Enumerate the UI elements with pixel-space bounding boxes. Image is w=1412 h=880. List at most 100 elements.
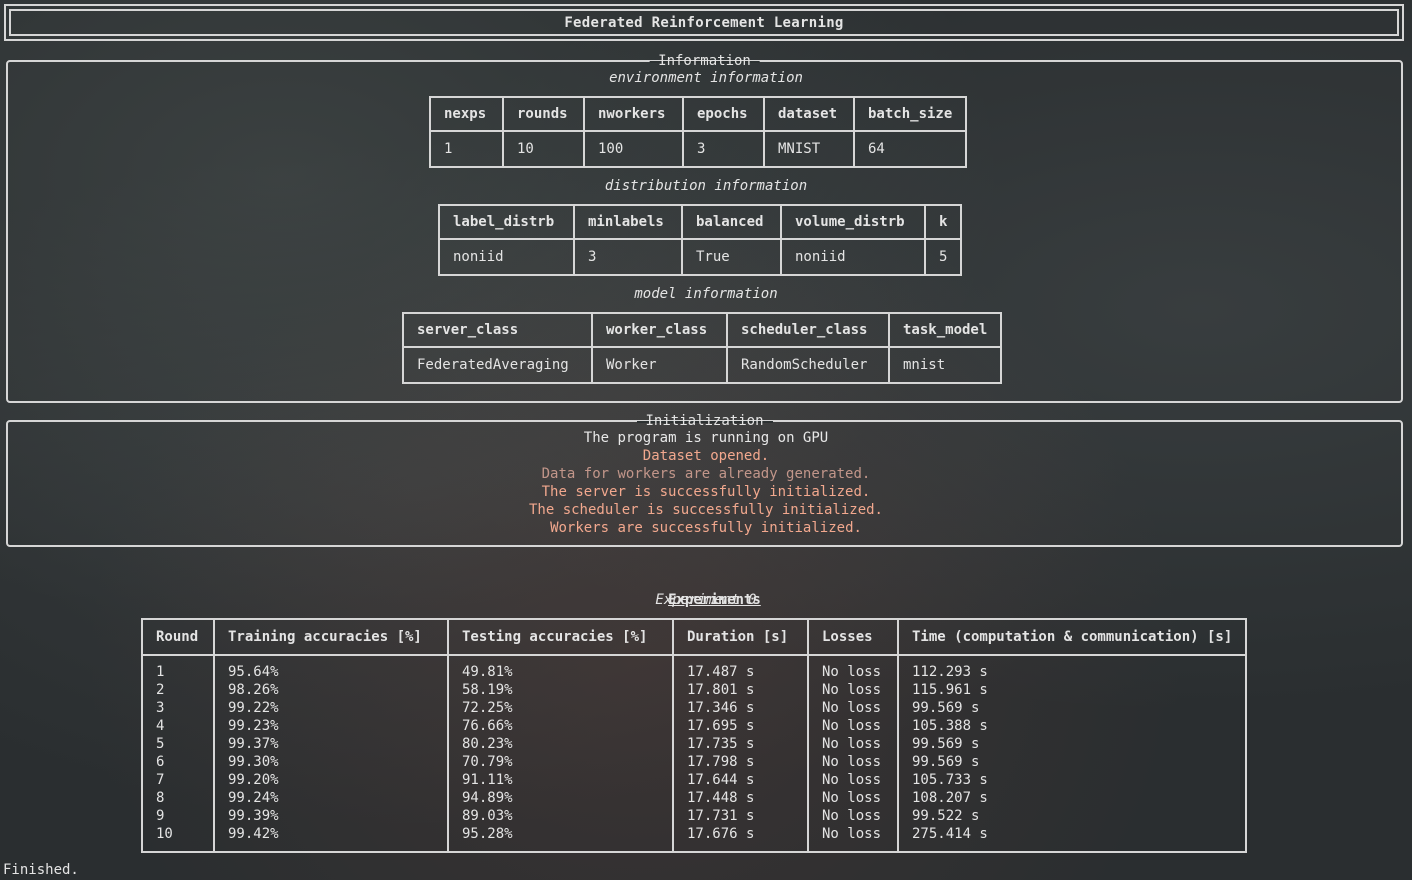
distribution-value-row: noniid 3 True noniid 5: [440, 240, 960, 274]
header-batch-size: batch_size: [855, 98, 966, 132]
cell-loss: No loss: [809, 717, 899, 735]
header-minlabels: minlabels: [575, 206, 683, 240]
cell-round: 6: [143, 753, 215, 771]
value-k: 5: [939, 249, 948, 265]
header-volume-distrb: volume_distrb: [782, 206, 926, 240]
header-epochs: epochs: [684, 98, 765, 132]
cell-training-accuracy: 99.23%: [215, 717, 449, 735]
value-balanced: True: [683, 240, 782, 274]
cell-training-accuracy: 95.64%: [215, 656, 449, 681]
cell-round: 4: [143, 717, 215, 735]
cell-time: 275.414 s: [912, 826, 988, 842]
cell-testing-accuracy: 89.03%: [449, 807, 674, 825]
app-title: Federated Reinforcement Learning: [9, 9, 1399, 36]
init-line-gpu: The program is running on GPU: [583, 430, 829, 446]
header-worker-class: worker_class: [593, 314, 728, 348]
value-epochs: 3: [684, 132, 765, 166]
environment-caption: environment information: [609, 70, 803, 86]
value-task-model: mnist: [903, 357, 946, 373]
cell-round: 9: [143, 807, 215, 825]
cell-loss: No loss: [809, 681, 899, 699]
cell-duration: 17.346 s: [674, 699, 809, 717]
results-header-row: Round Training accuracies [%] Testing ac…: [143, 620, 1246, 656]
header-time: Time (computation & communication) [s]: [899, 620, 1246, 656]
value-batch-size: 64: [868, 141, 885, 157]
cell-testing-accuracy: 70.79%: [449, 753, 674, 771]
cell-training-accuracy: 99.30%: [215, 753, 449, 771]
value-worker-class: Worker: [593, 348, 728, 382]
experiment-results-table: Round Training accuracies [%] Testing ac…: [141, 618, 1248, 853]
cell-duration: 17.644 s: [674, 771, 809, 789]
environment-value-row: 1 10 100 3 MNIST 64: [431, 132, 965, 166]
header-round: Round: [143, 620, 215, 656]
cell-training-accuracy: 99.22%: [215, 699, 449, 717]
header-testing-accuracies: Testing accuracies [%]: [449, 620, 674, 656]
header-rounds: rounds: [504, 98, 585, 132]
table-row: 1 95.64% 49.81% 17.487 s No loss 112.293 s: [143, 656, 1245, 681]
value-nworkers: 100: [585, 132, 684, 166]
init-line-workers-data: Data for workers are already generated.: [541, 466, 871, 482]
cell-testing-accuracy: 76.66%: [449, 717, 674, 735]
table-row: 3 99.22% 72.25% 17.346 s No loss 99.569 s: [143, 699, 1245, 717]
information-panel-title: Information: [649, 52, 760, 70]
cell-time: 115.961 s: [912, 682, 988, 698]
header-nexps: nexps: [431, 98, 504, 132]
header-nworkers: nworkers: [585, 98, 684, 132]
environment-table: nexps rounds nworkers epochs dataset bat…: [429, 96, 968, 168]
cell-round: 1: [143, 656, 215, 681]
value-label-distrb: noniid: [440, 240, 575, 274]
header-training-accuracies: Training accuracies [%]: [215, 620, 449, 656]
cell-round: 8: [143, 789, 215, 807]
table-row: 7 99.20% 91.11% 17.644 s No loss 105.733 s: [143, 771, 1245, 789]
cell-round: 3: [143, 699, 215, 717]
cell-duration: 17.798 s: [674, 753, 809, 771]
value-volume-distrb: noniid: [782, 240, 926, 274]
distribution-table: label_distrb minlabels balanced volume_d…: [438, 204, 963, 276]
header-losses: Losses: [809, 620, 899, 656]
cell-testing-accuracy: 49.81%: [449, 656, 674, 681]
init-line-server: The server is successfully initialized.: [541, 484, 871, 500]
distribution-caption: distribution information: [604, 178, 808, 194]
cell-loss: No loss: [809, 789, 899, 807]
table-row: 5 99.37% 80.23% 17.735 s No loss 99.569 s: [143, 735, 1245, 753]
cell-round: 10: [143, 825, 215, 851]
header-duration: Duration [s]: [674, 620, 809, 656]
experiment-subheading: Experiment 0: [655, 592, 757, 608]
model-value-row: FederatedAveraging Worker RandomSchedule…: [404, 348, 1000, 382]
init-line-workers: Workers are successfully initialized.: [550, 520, 862, 536]
cell-loss: No loss: [809, 771, 899, 789]
app-title-box: Federated Reinforcement Learning: [4, 4, 1404, 41]
header-scheduler-class: scheduler_class: [728, 314, 890, 348]
cell-time: 99.569 s: [912, 754, 980, 770]
model-table: server_class worker_class scheduler_clas…: [402, 312, 1003, 384]
value-server-class: FederatedAveraging: [404, 348, 593, 382]
cell-duration: 17.448 s: [674, 789, 809, 807]
table-row: 2 98.26% 58.19% 17.801 s No loss 115.961 s: [143, 681, 1245, 699]
table-row: 9 99.39% 89.03% 17.731 s No loss 99.522 s: [143, 807, 1245, 825]
cell-training-accuracy: 99.24%: [215, 789, 449, 807]
header-task-model: task_model: [890, 314, 1001, 348]
cell-testing-accuracy: 58.19%: [449, 681, 674, 699]
header-k: k: [926, 206, 961, 240]
cell-duration: 17.487 s: [674, 656, 809, 681]
cell-duration: 17.695 s: [674, 717, 809, 735]
cell-testing-accuracy: 80.23%: [449, 735, 674, 753]
cell-time: 99.569 s: [912, 736, 980, 752]
header-dataset: dataset: [765, 98, 855, 132]
cell-duration: 17.731 s: [674, 807, 809, 825]
cell-loss: No loss: [809, 735, 899, 753]
cell-testing-accuracy: 91.11%: [449, 771, 674, 789]
cell-round: 7: [143, 771, 215, 789]
cell-loss: No loss: [809, 807, 899, 825]
value-dataset: MNIST: [765, 132, 855, 166]
value-nexps: 1: [431, 132, 504, 166]
cell-loss: No loss: [809, 656, 899, 681]
cell-time: 108.207 s: [912, 790, 988, 806]
environment-header-row: nexps rounds nworkers epochs dataset bat…: [431, 98, 966, 132]
cell-testing-accuracy: 72.25%: [449, 699, 674, 717]
value-scheduler-class: RandomScheduler: [728, 348, 890, 382]
value-rounds: 10: [504, 132, 585, 166]
header-balanced: balanced: [683, 206, 782, 240]
cell-time: 99.569 s: [912, 700, 980, 716]
init-line-scheduler: The scheduler is successfully initialize…: [528, 502, 883, 518]
